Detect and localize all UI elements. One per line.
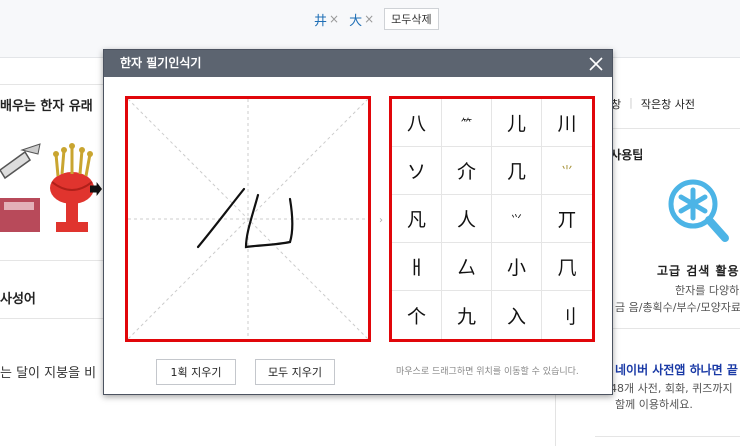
app-promo-desc: 함께 이용하세요. <box>615 398 693 411</box>
section-heading-idioms: 사성어 <box>0 292 36 307</box>
candidate-cell[interactable]: 厶 <box>442 243 492 291</box>
clear-canvas-button[interactable]: 모두 지우기 <box>255 359 335 385</box>
handwritten-stroke <box>196 187 246 249</box>
candidate-cell[interactable]: ソ <box>392 147 442 195</box>
candidate-cell[interactable]: 刂 <box>542 291 592 339</box>
undo-stroke-button[interactable]: 1획 지우기 <box>156 359 236 385</box>
candidate-cell[interactable]: 几 <box>492 147 542 195</box>
remove-chip-icon[interactable]: × <box>329 12 339 26</box>
candidate-cell[interactable]: 个 <box>392 291 442 339</box>
handwriting-recognizer-dialog[interactable]: 한자 필기인식기 › 八 ⺮ 儿 川 ソ 介 几 ⺌ 凡 人 ⺍ 丌 ㅐ 厶 小… <box>103 49 613 395</box>
app-promo-desc: 48개 사전, 회화, 퀴즈까지 <box>610 382 733 395</box>
handwritten-stroke <box>244 193 294 249</box>
recent-chip-label[interactable]: 井 <box>314 10 327 29</box>
candidate-cell[interactable]: 小 <box>492 243 542 291</box>
candidate-cell[interactable]: ㅐ <box>392 243 442 291</box>
small-window-link[interactable]: 작은창 사전 <box>641 96 695 112</box>
chevron-right-icon: › <box>379 215 383 226</box>
section-heading-origin: 배우는 한자 유래 <box>0 99 93 114</box>
candidate-cell[interactable]: 儿 <box>492 99 542 147</box>
candidate-cell[interactable]: ⺌ <box>542 147 592 195</box>
recent-chip[interactable]: 井 × <box>314 10 339 29</box>
candidate-cell[interactable]: 介 <box>442 147 492 195</box>
magnifier-icon <box>667 176 731 246</box>
candidate-grid: 八 ⺮ 儿 川 ソ 介 几 ⺌ 凡 人 ⺍ 丌 ㅐ 厶 小 𠘨 个 九 入 刂 <box>389 96 595 342</box>
link-separator: | <box>629 96 633 109</box>
remove-chip-icon[interactable]: × <box>364 12 374 26</box>
candidate-cell[interactable]: 凡 <box>392 195 442 243</box>
idiom-text[interactable]: 는 달이 지붕을 비 <box>0 362 96 381</box>
candidate-cell[interactable]: 入 <box>492 291 542 339</box>
window-links: 창 | 작은창 사전 <box>611 96 695 112</box>
close-icon[interactable] <box>588 55 604 71</box>
candidate-cell[interactable]: 川 <box>542 99 592 147</box>
recent-chip-label[interactable]: 大 <box>349 10 362 29</box>
candidate-cell[interactable]: ⺮ <box>442 99 492 147</box>
dialog-title: 한자 필기인식기 <box>120 56 202 70</box>
recent-chips: 井 × 大 × 모두삭제 <box>314 8 439 30</box>
candidate-cell[interactable]: 𠘨 <box>542 243 592 291</box>
candidate-cell[interactable]: 人 <box>442 195 492 243</box>
divider <box>595 436 740 437</box>
candidate-cell[interactable]: 八 <box>392 99 442 147</box>
candidate-cell[interactable]: 丌 <box>542 195 592 243</box>
app-promo-title[interactable]: 네이버 사전앱 하나면 끝 <box>615 361 738 378</box>
drag-hint: 마우스로 드래그하면 위치를 이동할 수 있습니다. <box>396 367 579 377</box>
drawing-canvas[interactable] <box>125 96 371 342</box>
candidate-cell[interactable]: ⺍ <box>492 195 542 243</box>
recent-chip[interactable]: 大 × <box>349 10 374 29</box>
advanced-search-desc: 금 음/총획수/부수/모양자료 <box>615 301 740 314</box>
dialog-header[interactable]: 한자 필기인식기 <box>104 50 612 77</box>
clear-all-button[interactable]: 모두삭제 <box>384 8 439 30</box>
advanced-search-desc: 한자를 다양하게 <box>675 284 740 297</box>
candidate-cell[interactable]: 九 <box>442 291 492 339</box>
divider <box>595 328 740 329</box>
advanced-search-title[interactable]: 고급 검색 활용 <box>657 262 740 279</box>
